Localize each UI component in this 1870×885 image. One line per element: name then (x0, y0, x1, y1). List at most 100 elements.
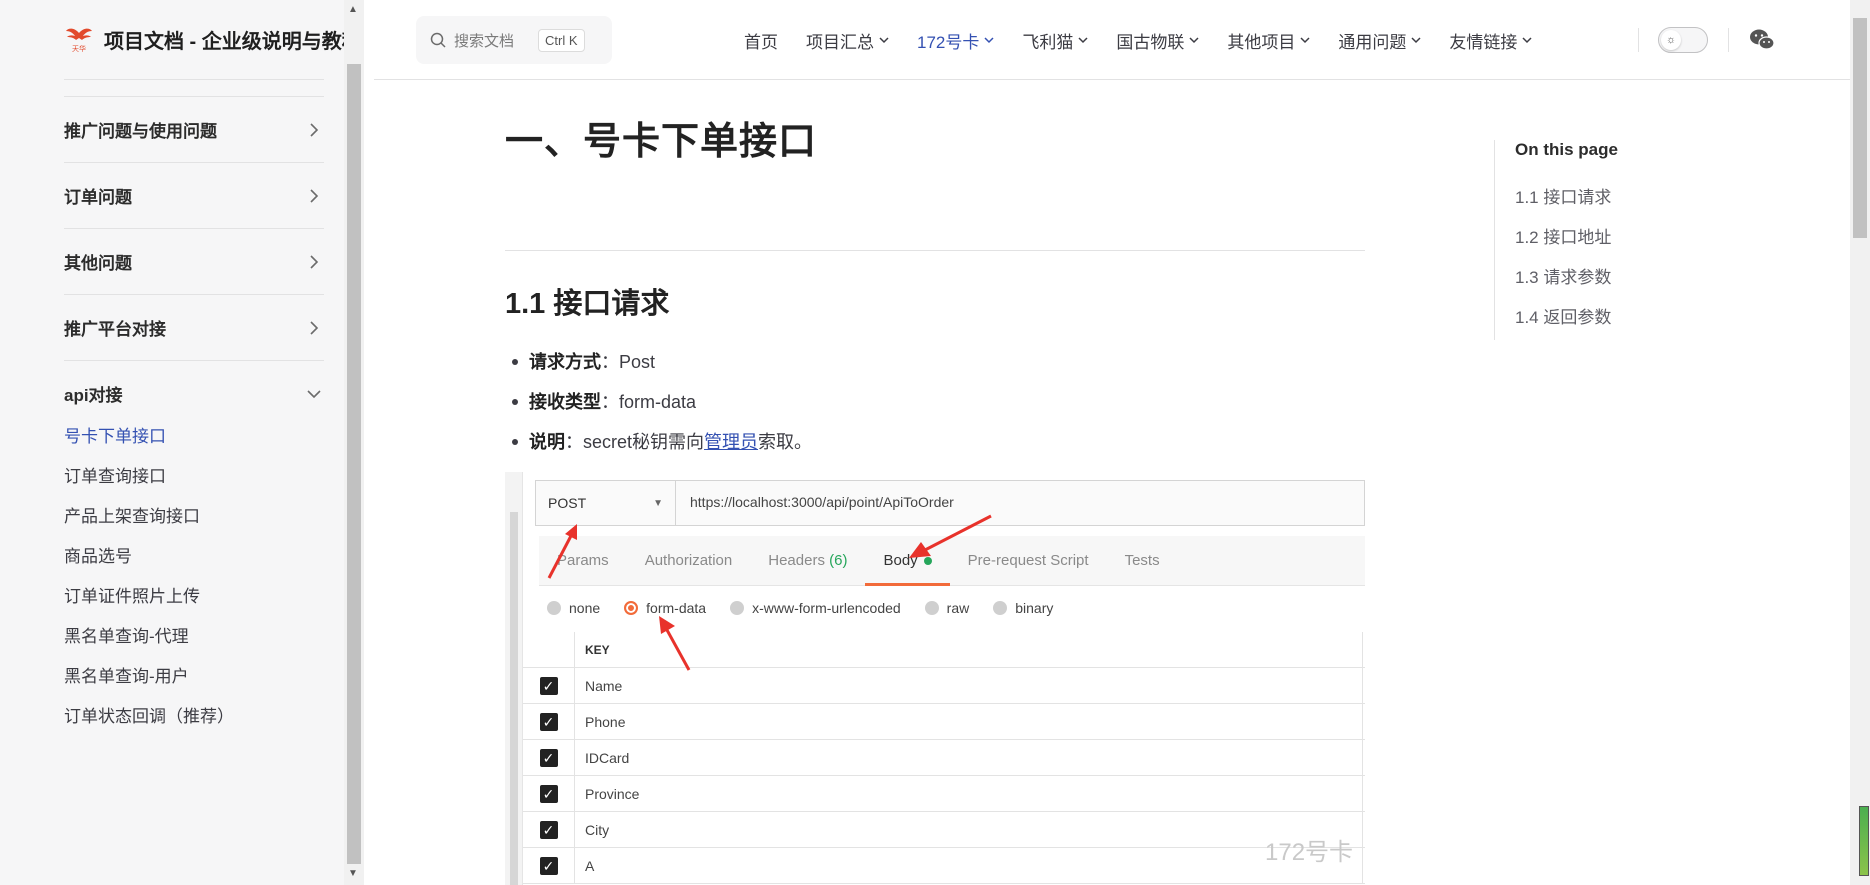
radio-label: binary (1015, 600, 1054, 616)
sidebar-link-number-select[interactable]: 商品选号 (64, 542, 132, 567)
list-item: 请求方式：Post (505, 342, 812, 382)
toc-link[interactable]: 1.3 请求参数 (1515, 258, 1754, 298)
sidebar-group-promotion[interactable]: 推广问题与使用问题 (64, 96, 324, 162)
tab-authorization: Authorization (644, 551, 733, 569)
divider (64, 79, 324, 80)
radio-none: none (547, 600, 600, 616)
chevron-right-icon (304, 318, 324, 338)
nav-friend-links[interactable]: 友情链接 (1449, 28, 1532, 53)
tab-label: Headers (768, 551, 825, 569)
admin-link[interactable]: 管理员 (704, 432, 758, 452)
toc-link[interactable]: 1.2 接口地址 (1515, 218, 1754, 258)
level-meter-icon (1859, 806, 1869, 876)
sidebar-group-orders[interactable]: 订单问题 (64, 162, 324, 228)
key-cell: A (575, 848, 1363, 883)
checkbox-column-header (523, 632, 575, 667)
key-cell: City (575, 812, 1363, 847)
table-row: ✓ Name (523, 668, 1365, 704)
nav-feilimao[interactable]: 飞利猫 (1022, 28, 1088, 53)
sidebar-group-label: 推广问题与使用问题 (64, 122, 217, 141)
watermark: 172号卡 (1265, 839, 1354, 866)
sidebar-group-label: 推广平台对接 (64, 320, 166, 339)
search-shortcut: Ctrl K (538, 28, 585, 52)
form-data-table: KEY ✓ Name ✓ Phone ✓ IDCard ✓ Province ✓ City… (523, 632, 1365, 884)
list-item: 说明：secret秘钥需向管理员索取。 (505, 422, 812, 462)
toc-title: On this page (1515, 140, 1618, 159)
scroll-down-arrow-icon[interactable]: ▼ (348, 868, 358, 879)
scroll-up-arrow-icon[interactable]: ▲ (348, 4, 358, 15)
scrollbar-thumb[interactable] (1853, 18, 1867, 238)
table-row: ✓ Phone (523, 704, 1365, 740)
sidebar-group-other[interactable]: 其他问题 (64, 228, 324, 294)
wechat-icon[interactable] (1748, 26, 1776, 54)
sidebar-link-product-query[interactable]: 产品上架查询接口 (64, 502, 200, 527)
sidebar-link-order-api[interactable]: 号卡下单接口 (64, 422, 166, 447)
item-sep: ： (565, 432, 583, 452)
theme-toggle[interactable]: ☼ (1658, 27, 1708, 53)
table-row: ✓ IDCard (523, 740, 1365, 776)
page-scrollbar[interactable] (1850, 0, 1870, 885)
radio-urlencoded: x-www-form-urlencoded (730, 600, 901, 616)
divider (1728, 28, 1729, 52)
key-cell: IDCard (575, 740, 1363, 775)
sidebar-scrollbar[interactable]: ▲ ▼ (344, 0, 364, 885)
scrollbar-thumb[interactable] (347, 64, 361, 864)
key-cell: Province (575, 776, 1363, 811)
item-label: 请求方式 (529, 352, 601, 372)
nav-label: 首页 (744, 32, 778, 52)
sidebar-link-blacklist-user[interactable]: 黑名单查询-用户 (64, 662, 189, 687)
postman-screenshot: POST ▼ https://localhost:3000/api/point/… (505, 472, 1365, 885)
caret-down-icon: ▼ (653, 497, 663, 509)
chevron-down-icon (1189, 36, 1199, 43)
item-sep: ： (601, 392, 619, 412)
sidebar-group-api[interactable]: api对接 (64, 360, 324, 426)
brand[interactable]: 天华 项目文档 - 企业级说明与教程 (64, 24, 362, 54)
nav-other-projects[interactable]: 其他项目 (1227, 28, 1310, 53)
list-item: 接收类型：form-data (505, 382, 812, 422)
nav-172card[interactable]: 172号卡 (917, 28, 994, 53)
nav-label: 友情链接 (1449, 32, 1518, 52)
sidebar-link-blacklist-agent[interactable]: 黑名单查询-代理 (64, 622, 189, 647)
chevron-right-icon (304, 186, 324, 206)
sidebar-link-status-callback[interactable]: 订单状态回调（推荐） (64, 702, 234, 727)
nav-common-questions[interactable]: 通用问题 (1338, 28, 1421, 53)
chevron-down-icon (879, 36, 889, 43)
chevron-down-icon (304, 384, 324, 404)
radio-label: x-www-form-urlencoded (752, 600, 901, 616)
sidebar-group-platform[interactable]: 推广平台对接 (64, 294, 324, 360)
search-icon (430, 32, 446, 48)
tab-tests: Tests (1124, 551, 1160, 569)
nav-label: 通用问题 (1338, 32, 1407, 52)
red-arrow-icon (547, 524, 577, 579)
chevron-right-icon (304, 252, 324, 272)
radio-icon (924, 601, 939, 615)
sidebar-link-photo-upload[interactable]: 订单证件照片上传 (64, 582, 200, 607)
divider (505, 250, 1365, 251)
nav-projects[interactable]: 项目汇总 (806, 28, 889, 53)
method-select: POST ▼ (536, 481, 676, 525)
checkbox-checked-icon: ✓ (539, 856, 558, 875)
method-label: POST (548, 495, 587, 511)
sidebar-link-order-query[interactable]: 订单查询接口 (64, 462, 166, 487)
item-value: Post (619, 352, 656, 372)
request-info-list: 请求方式：Post 接收类型：form-data 说明：secret秘钥需向管理… (505, 342, 812, 462)
nav-label: 国古物联 (1116, 32, 1185, 52)
toc-link[interactable]: 1.4 返回参数 (1515, 298, 1754, 338)
section-heading: 1.1 接口请求 (505, 288, 670, 320)
sun-icon: ☼ (1661, 30, 1681, 50)
checkbox-cell: ✓ (523, 776, 575, 811)
item-label: 接收类型 (529, 392, 601, 412)
radio-icon (730, 601, 745, 615)
nav-guogu[interactable]: 国古物联 (1116, 28, 1199, 53)
item-sep: ： (601, 352, 619, 372)
screenshot-scrollbar-thumb (510, 512, 518, 885)
svg-text:天华: 天华 (72, 44, 86, 53)
toc-link[interactable]: 1.1 接口请求 (1515, 178, 1754, 218)
nav-home[interactable]: 首页 (744, 28, 778, 53)
sidebar-group-label: api对接 (64, 386, 123, 405)
checkbox-checked-icon: ✓ (539, 820, 558, 839)
search-button[interactable]: 搜索文档 Ctrl K (416, 16, 612, 64)
radio-selected-icon (624, 601, 639, 615)
top-navbar: 搜索文档 Ctrl K 首页 项目汇总 172号卡 飞利猫 国古物联 其他项目 … (374, 0, 1850, 80)
logo-icon: 天华 (66, 28, 92, 53)
